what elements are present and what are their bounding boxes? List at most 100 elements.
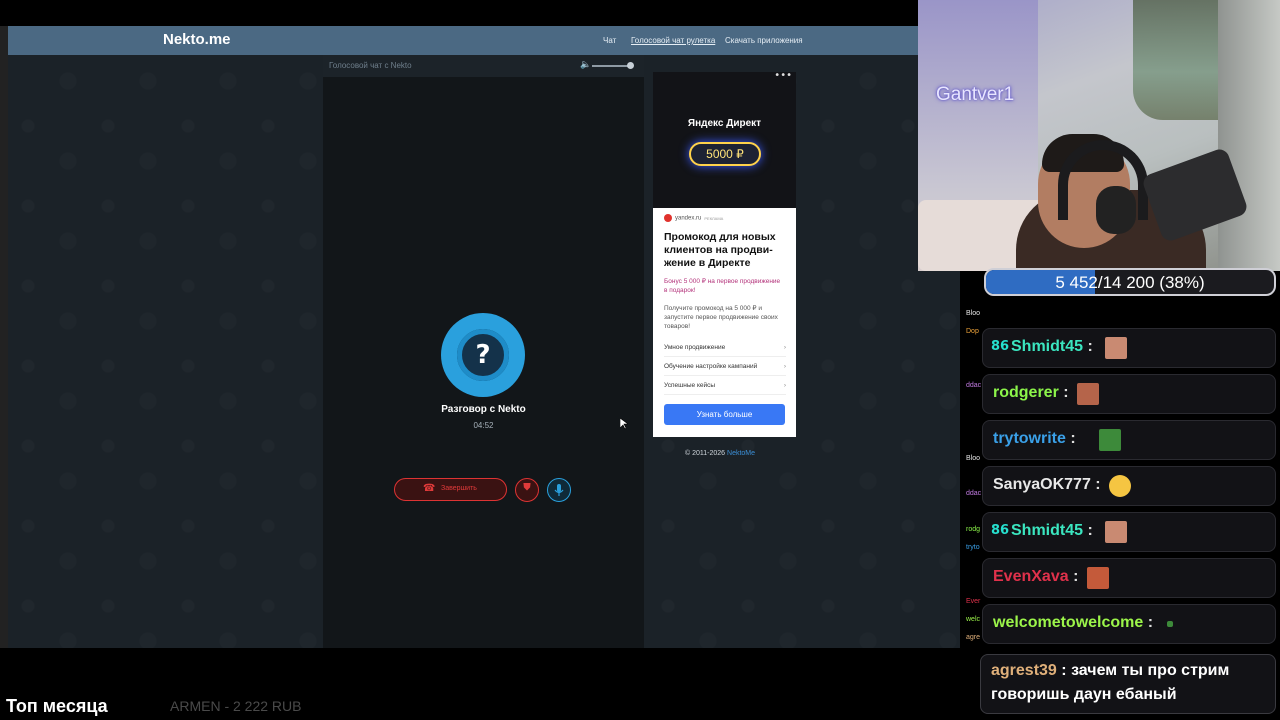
ad-link-item[interactable]: Обучение настройке кампаний › <box>664 363 786 376</box>
volume-knob[interactable] <box>627 62 634 69</box>
panel-title: Голосовой чат с Nekto <box>329 61 412 70</box>
chat-username[interactable]: welcometowelcome : <box>993 614 1153 632</box>
chat-username[interactable]: agrest39 <box>991 662 1057 679</box>
ad-tag: РЕКЛАМА <box>704 215 724 221</box>
copyright-text: © 2011-2026 <box>685 450 726 457</box>
narrow-chat-name: Bloo <box>966 455 981 462</box>
volume-track[interactable] <box>592 65 632 67</box>
chevron-right-icon: › <box>783 382 786 389</box>
nav-apps-link[interactable]: Скачать приложения <box>725 36 803 45</box>
ad-bonus: Бонус 5 000 ₽ на первое продвижение в по… <box>664 278 781 294</box>
mouse-cursor-icon <box>620 418 628 430</box>
chevron-right-icon: › <box>783 344 786 351</box>
volume-slider[interactable]: 🔈 <box>580 60 636 71</box>
ad-cta-button[interactable]: Узнать больше <box>664 404 785 425</box>
donation-goal-bar: 5 452/14 200 (38%) <box>984 268 1276 296</box>
voice-chat-panel: Голосовой чат с Nekto 🔈 ? Разговор с Nek… <box>323 55 644 648</box>
ad-headline: Промокод для новых клиентов на продви­же… <box>664 231 776 269</box>
chat-message-line2: говоришь даун ебаный <box>991 686 1177 703</box>
emote-icon <box>1105 337 1127 359</box>
chat-message: 86 Shmidt45 : <box>982 512 1276 552</box>
webcam-overlay: Gantver1 <box>918 0 1280 271</box>
emote-icon <box>1077 383 1099 405</box>
avatar-inner: ? <box>453 325 513 385</box>
call-timer: 04:52 <box>473 421 494 430</box>
ad-banner: ••• Яндекс Директ 5000 ₽ <box>653 70 796 208</box>
chat-username[interactable]: SanyaOK777 : <box>993 476 1101 494</box>
ad-amount-pill: 5000 ₽ <box>689 142 761 166</box>
copyright: © 2011-2026 NektoMe <box>685 450 755 457</box>
narrow-chat-name: rodg <box>966 526 981 533</box>
chat-username[interactable]: EvenXava : <box>993 568 1078 586</box>
narrow-chat-name: ddac <box>966 490 982 497</box>
end-call-label: Завершить <box>441 485 477 492</box>
end-call-button[interactable]: ☎ Завершить <box>394 478 507 501</box>
emote-icon <box>1167 621 1173 627</box>
webcam-door <box>1218 0 1280 271</box>
chat-username[interactable]: Shmidt45 : <box>1011 522 1093 540</box>
peer-avatar: ? <box>441 313 525 397</box>
narrow-chat-name: Bloo <box>966 310 981 317</box>
top-donation: ARMEN - 2 222 RUB <box>170 698 302 714</box>
ad-menu-icon[interactable]: ••• <box>774 70 792 81</box>
emote-icon <box>1105 521 1127 543</box>
ad-source-domain: yandex.ru <box>675 215 702 222</box>
ad-source: yandex.ru РЕКЛАМА <box>664 214 723 222</box>
microphone-icon <box>554 484 564 496</box>
ad-link-item[interactable]: Успешные кейсы › <box>664 382 786 395</box>
speaker-icon: 🔈 <box>580 60 592 70</box>
narrow-chat-name: welc <box>966 616 981 623</box>
ad-link-label: Умное продвижение <box>664 344 726 351</box>
narrow-chat-name: ddac <box>966 382 982 389</box>
ad-text: Получите промокод на 5 000 ₽ и запустите… <box>664 305 778 330</box>
yandex-ad[interactable]: ••• Яндекс Директ 5000 ₽ yandex.ru РЕКЛАМ… <box>653 70 796 437</box>
hangup-phone-icon: ☎ <box>423 483 436 494</box>
site-logo[interactable]: Nekto.me <box>163 31 231 48</box>
chat-message: trytowrite : <box>982 420 1276 460</box>
emote-icon <box>1087 567 1109 589</box>
ad-brand: Яндекс Директ <box>687 118 762 129</box>
yandex-logo-icon <box>664 214 672 222</box>
chat-message: EvenXava : <box>982 558 1276 598</box>
chat-message: SanyaOK777 : <box>982 466 1276 506</box>
panel-header: Голосовой чат с Nekto 🔈 <box>323 55 644 77</box>
chevron-right-icon: › <box>783 363 786 370</box>
shield-icon: ⛊ <box>523 482 531 493</box>
nav-voice-link[interactable]: Голосовой чат рулетка <box>631 36 715 45</box>
chat-username[interactable]: trytowrite : <box>993 430 1076 448</box>
question-mark-icon: ? <box>457 329 509 381</box>
narrow-chat-name: agre <box>966 634 981 641</box>
headphone-cup <box>1096 186 1136 234</box>
nekto-site: Nekto.me Чат Голосовой чат рулетка Скача… <box>8 26 960 648</box>
emoji-icon <box>1109 475 1131 497</box>
nav-chat-link[interactable]: Чат <box>603 36 616 45</box>
stream-stage: Nekto.me Чат Голосовой чат рулетка Скача… <box>0 0 1280 720</box>
narrow-chat-name: Dop <box>966 328 979 335</box>
chat-username[interactable]: rodgerer : <box>993 384 1069 402</box>
peer-name: Разговор с Nekto <box>441 404 526 415</box>
ad-link-item[interactable]: Умное продвижение › <box>664 344 786 357</box>
secondary-chat-column: Bloo Dop ddac Bloo ddac rodg tryto Ever … <box>962 272 982 652</box>
channel-badge-icon: 86 <box>991 339 1010 354</box>
narrow-chat-name: Ever <box>966 598 981 605</box>
ad-link-label: Обучение настройке кампаний <box>664 363 758 370</box>
chat-message: 86 Shmidt45 : <box>982 328 1276 368</box>
streamer-name: Gantver1 <box>936 84 1015 105</box>
report-button[interactable]: ⛊ <box>515 478 539 502</box>
left-edge-strip <box>0 26 8 648</box>
channel-badge-icon: 86 <box>991 523 1010 538</box>
chat-message: welcometowelcome : <box>982 604 1276 644</box>
top-of-month-title: Топ месяца <box>6 696 108 716</box>
ad-amount: 5000 ₽ <box>706 147 744 161</box>
goal-text: 5 452/14 200 (38%) <box>1055 273 1205 292</box>
ad-link-label: Успешные кейсы <box>664 382 716 389</box>
site-topbar: Nekto.me Чат Голосовой чат рулетка Скача… <box>8 26 918 55</box>
narrow-chat-name: tryto <box>966 544 980 551</box>
chat-message: rodgerer : <box>982 374 1276 414</box>
emote-icon <box>1099 429 1121 451</box>
chat-username[interactable]: Shmidt45 : <box>1011 338 1093 356</box>
copyright-link[interactable]: NektoMe <box>727 450 755 457</box>
mic-button[interactable] <box>547 478 571 502</box>
chat-message-last: agrest39 : зачем ты про стрим говоришь д… <box>980 654 1276 714</box>
chat-message-line1: agrest39 : зачем ты про стрим <box>991 662 1230 679</box>
